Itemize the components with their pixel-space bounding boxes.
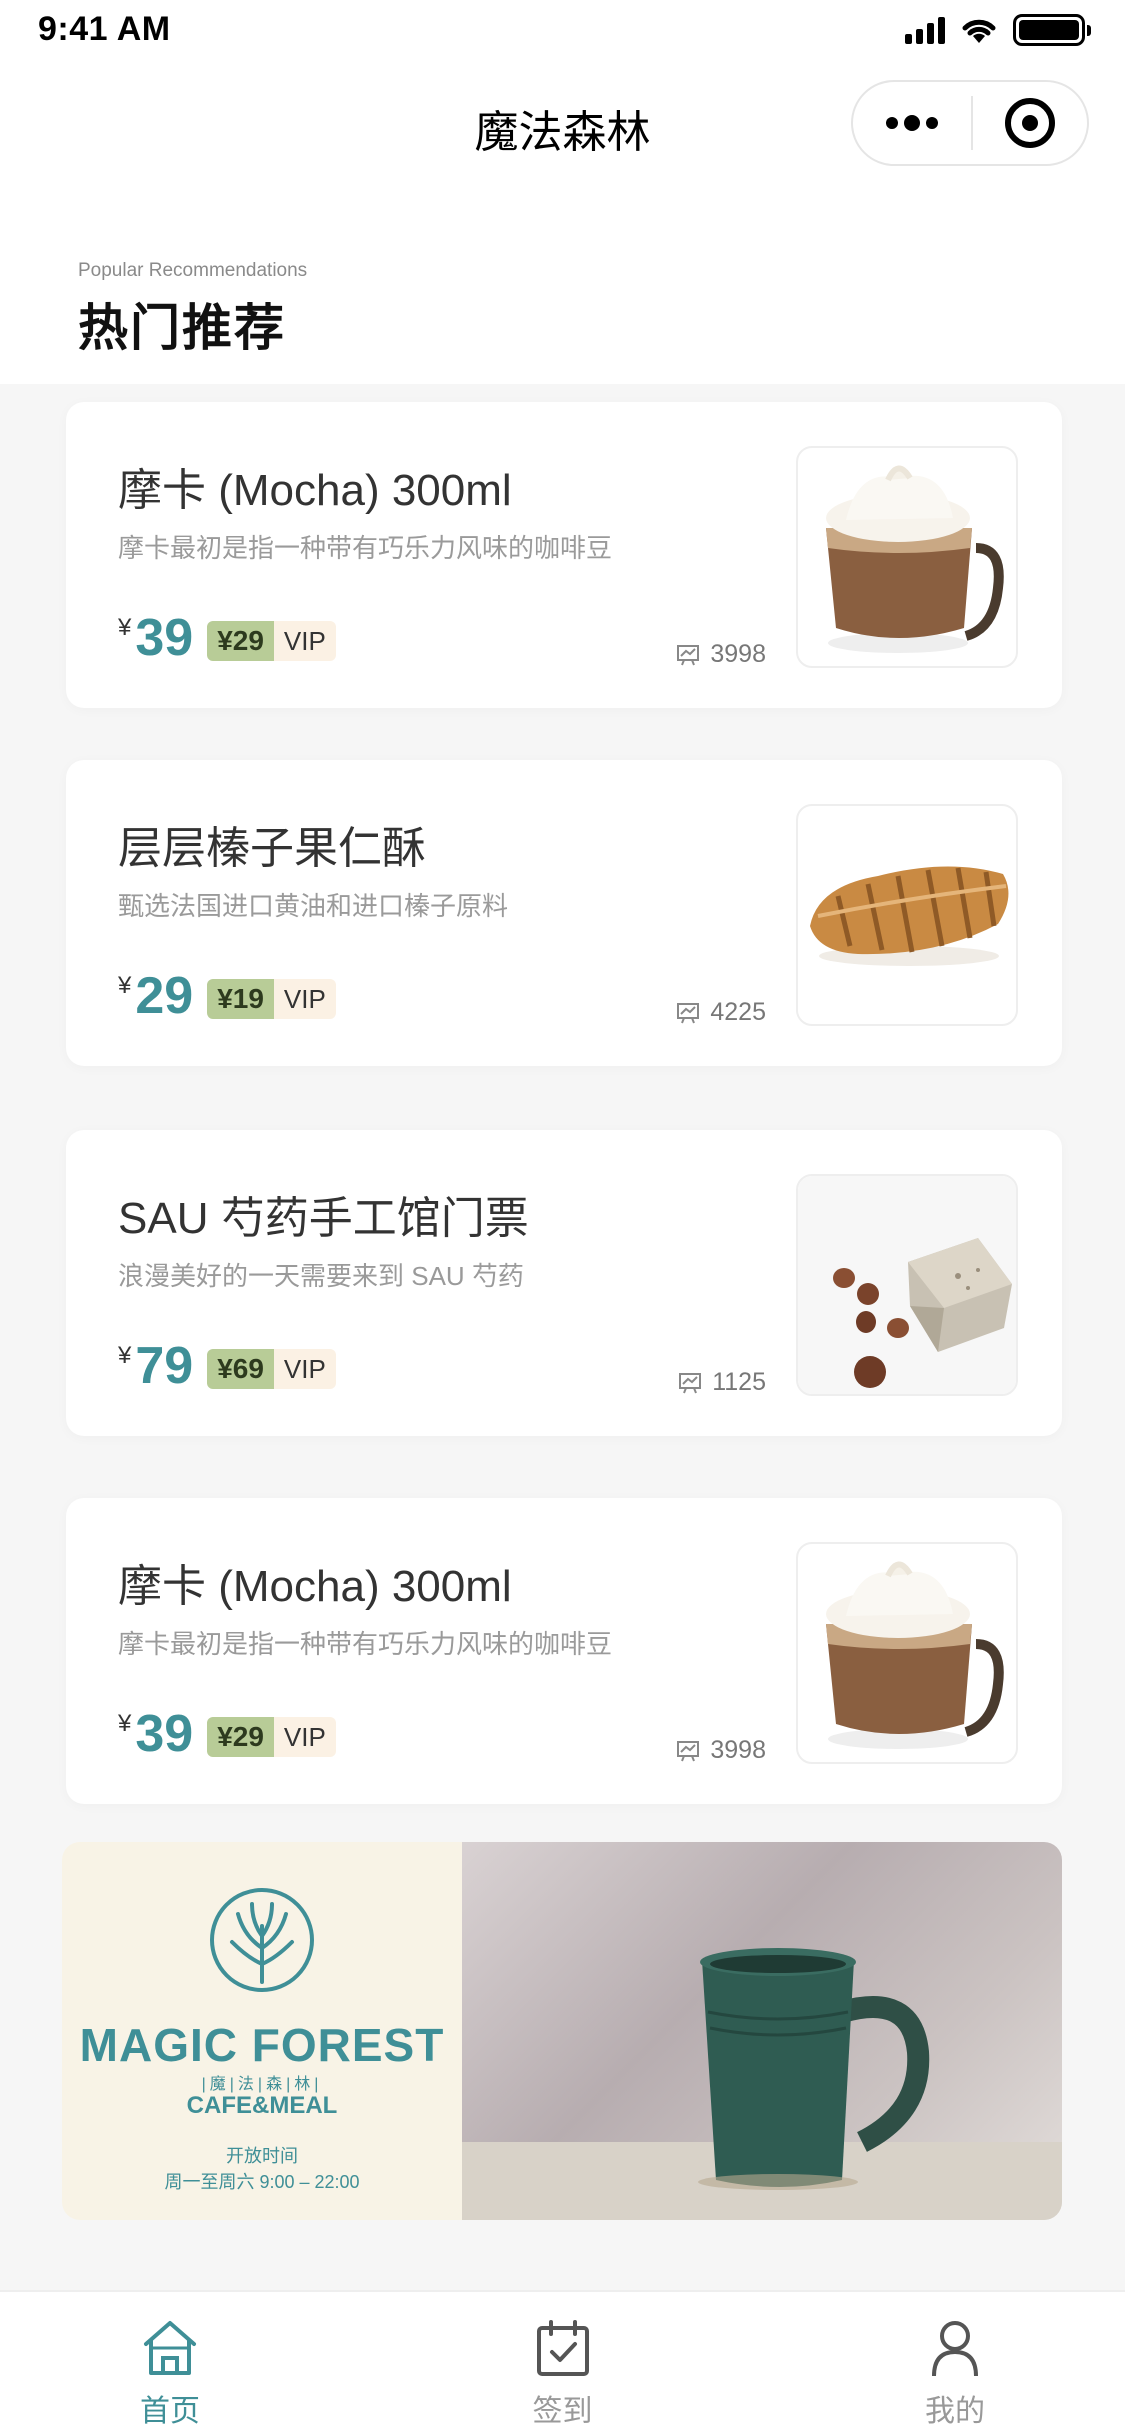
target-circle-icon [1005,98,1055,148]
wifi-icon [962,19,996,43]
calendar-check-icon [536,2320,589,2376]
currency-symbol: ¥ [118,972,132,999]
mocha-cup-icon [826,465,1004,653]
vip-badge: ¥69 VIP [207,1349,336,1389]
miniprogram-capsule [851,80,1089,166]
vip-label: VIP [273,1349,336,1389]
price-row: ¥ 29 ¥19 VIP [118,970,336,1022]
user-icon [932,2321,978,2377]
product-title: 摩卡 (Mocha) 300ml [118,466,512,515]
product-image-mocha[interactable] [796,1542,1018,1764]
product-card[interactable]: 摩卡 (Mocha) 300ml 摩卡最初是指一种带有巧乐力风味的咖啡豆 ¥ 3… [66,402,1062,708]
close-miniprogram-button[interactable] [973,82,1087,164]
price-row: ¥ 39 ¥29 VIP [118,612,336,664]
more-button[interactable] [853,82,971,164]
more-dots-icon [886,117,898,129]
sales-count: 1125 [678,1368,766,1397]
tab-label: 签到 [532,2395,593,2428]
tab-label: 首页 [140,2395,200,2428]
product-title: 摩卡 (Mocha) 300ml [118,1562,512,1611]
sales-chart-icon [677,644,700,665]
sales-count: 4225 [676,998,766,1027]
product-price: 79 [135,1337,194,1395]
section-header: Popular Recommendations 热门推荐 [0,184,1125,384]
product-card[interactable]: 层层榛子果仁酥 甄选法国进口黄油和进口榛子原料 ¥ 29 ¥19 VIP 422… [66,760,1062,1066]
tab-home[interactable]: 首页 [110,2292,230,2436]
banner-brand-sub: CAFE&MEAL [186,2092,338,2119]
product-price: 39 [135,609,194,667]
product-card[interactable]: SAU 芍药手工馆门票 浪漫美好的一天需要来到 SAU 芍药 ¥ 79 ¥69 … [66,1130,1062,1436]
product-description: 甄选法国进口黄油和进口榛子原料 [118,891,509,921]
vip-badge: ¥29 VIP [207,1717,336,1757]
sales-number: 3998 [710,640,766,668]
vip-label: VIP [273,621,336,661]
product-card[interactable]: 摩卡 (Mocha) 300ml 摩卡最初是指一种带有巧乐力风味的咖啡豆 ¥ 3… [66,1498,1062,1804]
status-bar: 9:41 AM [0,0,1125,66]
vip-label: VIP [273,1717,336,1757]
product-description: 摩卡最初是指一种带有巧乐力风味的咖啡豆 [118,533,613,563]
nav-bar: 魔法森林 [0,66,1125,184]
home-icon [144,2321,196,2375]
magic-forest-logo-icon [210,1888,314,1992]
tab-profile[interactable]: 我的 [895,2292,1015,2436]
sales-count: 3998 [676,1736,766,1765]
tab-checkin[interactable]: 签到 [503,2292,623,2436]
currency-symbol: ¥ [118,614,132,641]
battery-icon [1013,14,1091,46]
product-title: 层层榛子果仁酥 [118,824,426,873]
currency-symbol: ¥ [118,1342,132,1369]
product-image-soap[interactable] [796,1174,1018,1396]
sales-chart-icon [677,1740,700,1761]
mocha-cup-icon [826,1561,1004,1749]
vip-price: ¥19 [207,979,274,1019]
banner-brand-cn: |魔|法|森|林| [201,2076,323,2093]
sales-chart-icon [679,1372,702,1393]
vip-label: VIP [273,979,336,1019]
tab-label: 我的 [925,2395,985,2428]
vip-price: ¥69 [207,1349,274,1389]
section-title: 热门推荐 [78,300,286,356]
handmade-soap-icon [798,1176,1016,1394]
sales-number: 1125 [712,1368,766,1396]
product-price: 29 [135,967,194,1025]
product-title: SAU 芍药手工馆门票 [118,1194,529,1243]
opening-hours: 周一至周六 9:00 – 22:00 [164,2172,360,2192]
product-description: 摩卡最初是指一种带有巧乐力风味的咖啡豆 [118,1629,613,1659]
green-mug-icon [462,1948,1062,2220]
product-image-pastry[interactable] [796,804,1018,1026]
vip-price: ¥29 [207,1717,274,1757]
banner-brand-panel: MAGIC FOREST |魔|法|森|林| CAFE&MEAL 开放时间 周一… [62,1842,462,2220]
vip-badge: ¥19 VIP [207,979,336,1019]
product-image-mocha[interactable] [796,446,1018,668]
status-icons [905,14,1091,46]
section-subtitle: Popular Recommendations [78,260,308,281]
sales-number: 4225 [710,998,766,1026]
cellular-signal-icon [905,16,945,44]
vip-badge: ¥29 VIP [207,621,336,661]
hazelnut-pastry-icon [810,866,1009,966]
banner-brand-name: MAGIC FOREST [79,2019,445,2071]
currency-symbol: ¥ [118,1710,132,1737]
price-row: ¥ 79 ¥69 VIP [118,1340,336,1392]
sales-count: 3998 [676,640,766,669]
price-row: ¥ 39 ¥29 VIP [118,1708,336,1760]
promo-banner[interactable]: MAGIC FOREST |魔|法|森|林| CAFE&MEAL 开放时间 周一… [62,1842,1062,2220]
status-time: 9:41 AM [38,10,171,48]
opening-hours-label: 开放时间 [226,2146,298,2166]
vip-price: ¥29 [207,621,274,661]
product-description: 浪漫美好的一天需要来到 SAU 芍药 [118,1261,524,1291]
sales-chart-icon [677,1002,700,1023]
banner-photo [462,1842,1062,2220]
tab-bar: 首页 签到 我的 [0,2290,1125,2436]
product-price: 39 [135,1705,194,1763]
sales-number: 3998 [710,1736,766,1764]
